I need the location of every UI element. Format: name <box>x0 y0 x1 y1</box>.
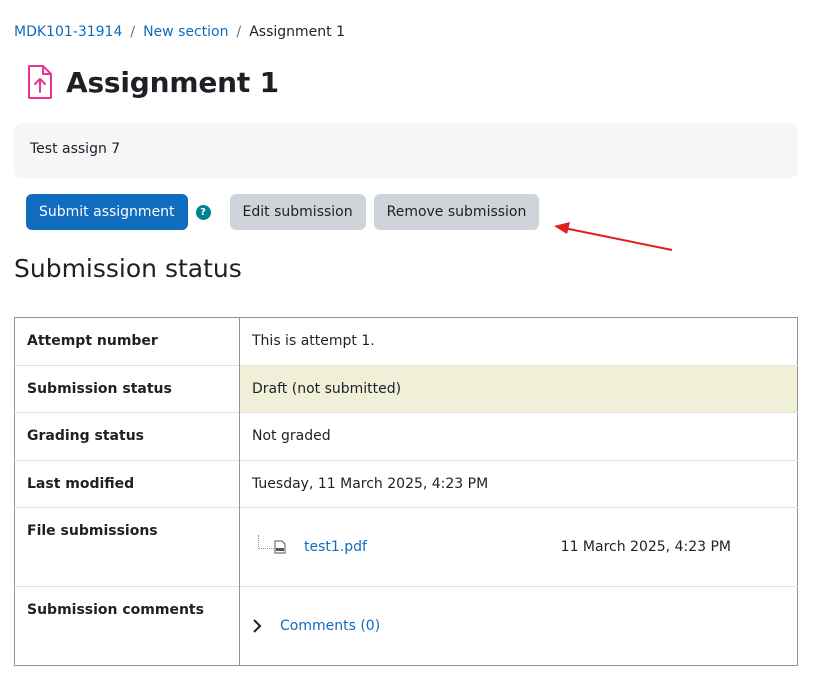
attempt-number-value: This is attempt 1. <box>252 333 375 350</box>
grading-status-label: Grading status <box>14 412 240 460</box>
annotation-arrow-icon <box>554 222 673 251</box>
grading-status-value: Not graded <box>239 412 798 460</box>
file-submissions-value: test1.pdf 11 March 2025, 4:23 PM <box>239 507 798 587</box>
table-row: Grading status Not graded <box>14 412 798 460</box>
table-row: File submissions test1.pdf 11 March 2025… <box>14 507 798 587</box>
breadcrumb-separator: / <box>236 24 242 40</box>
table-row: Submission comments Comments (0) <box>14 586 798 666</box>
file-date: 11 March 2025, 4:23 PM <box>560 539 731 555</box>
help-icon[interactable]: ? <box>195 204 211 220</box>
breadcrumb-separator: / <box>130 24 136 40</box>
page-header: Assignment 1 <box>26 64 279 100</box>
edit-submission-button[interactable]: Edit submission <box>229 194 366 230</box>
submission-status-label: Submission status <box>14 364 240 413</box>
last-modified-value: Tuesday, 11 March 2025, 4:23 PM <box>239 459 798 508</box>
breadcrumb: MDK101-31914 / New section / Assignment … <box>14 24 345 40</box>
breadcrumb-course-link[interactable]: MDK101-31914 <box>14 24 122 40</box>
file-link[interactable]: test1.pdf <box>304 539 367 555</box>
submission-status-value: Draft (not submitted) <box>239 364 798 413</box>
breadcrumb-current: Assignment 1 <box>249 24 346 40</box>
submission-actions: Submit assignment ? Edit submission Remo… <box>26 194 540 230</box>
submission-status-table: Attempt number This is attempt 1. Submis… <box>14 317 798 666</box>
activity-description: Test assign 7 <box>14 123 798 178</box>
last-modified-label: Last modified <box>14 459 240 508</box>
assignment-upload-icon <box>28 65 52 99</box>
attempt-number-label: Attempt number <box>14 317 240 365</box>
page-title: Assignment 1 <box>66 65 279 99</box>
section-heading: Submission status <box>14 254 242 283</box>
submission-comments-value: Comments (0) <box>239 586 798 666</box>
table-row: Submission status Draft (not submitted) <box>14 364 798 413</box>
comments-toggle[interactable]: Comments (0) <box>252 587 785 665</box>
file-submissions-label: File submissions <box>14 507 240 587</box>
comments-link[interactable]: Comments (0) <box>280 618 380 634</box>
chevron-right-icon[interactable] <box>252 619 262 633</box>
tree-connector <box>258 535 276 549</box>
file-item: test1.pdf 11 March 2025, 4:23 PM <box>252 508 785 586</box>
remove-submission-button[interactable]: Remove submission <box>373 194 540 230</box>
submission-comments-label: Submission comments <box>14 586 240 666</box>
table-row: Attempt number This is attempt 1. <box>14 317 798 365</box>
submit-assignment-button[interactable]: Submit assignment <box>26 194 188 230</box>
table-row: Last modified Tuesday, 11 March 2025, 4:… <box>14 459 798 508</box>
breadcrumb-section-link[interactable]: New section <box>143 24 228 40</box>
